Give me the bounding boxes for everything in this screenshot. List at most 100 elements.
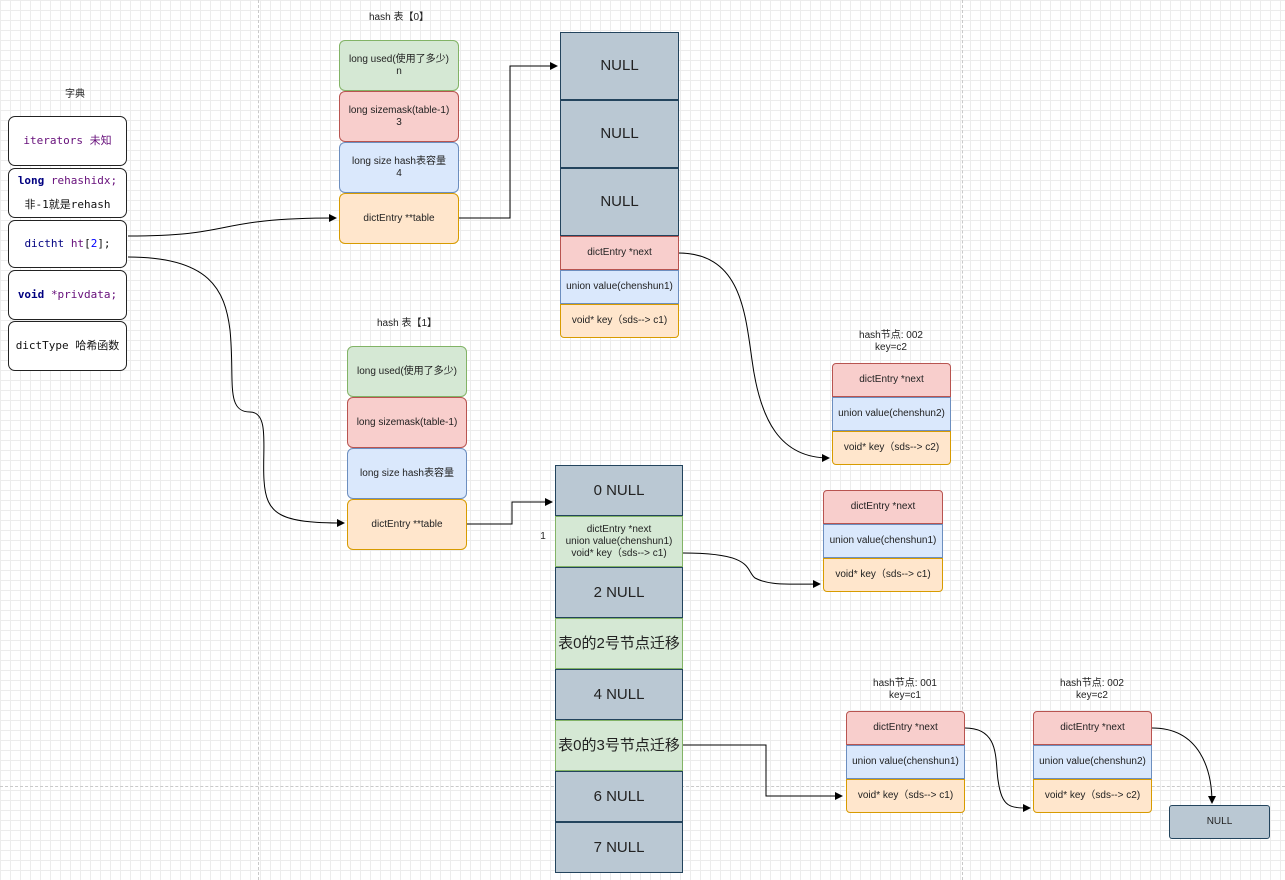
node-002-key[interactable]: void* key（sds--> c2) bbox=[1033, 779, 1152, 813]
table1-slot-6[interactable]: 6 NULL bbox=[555, 771, 683, 822]
node-002-title-line2: key=c2 bbox=[1076, 690, 1108, 701]
table1-slot-5[interactable]: 表0的3号节点迁移 bbox=[555, 720, 683, 771]
rehashidx-type: long bbox=[17, 174, 45, 187]
ht-identifier: ht bbox=[70, 237, 85, 250]
node-001-value-label: union value(chenshun1) bbox=[852, 756, 959, 767]
edge-ht1-to-dict-ht1 bbox=[127, 256, 345, 527]
node-c1-mid-key-label: void* key（sds--> c1) bbox=[835, 569, 931, 580]
node-001-value[interactable]: union value(chenshun1) bbox=[846, 745, 965, 779]
ht0-size-value: 4 bbox=[396, 167, 402, 179]
table0-entry-value[interactable]: union value(chenshun1) bbox=[560, 270, 679, 304]
table1-slot-1-value: union value(chenshun1) bbox=[565, 535, 673, 547]
ht0-used-value: n bbox=[396, 65, 402, 77]
table1-slot-5-label: 表0的3号节点迁移 bbox=[558, 736, 680, 754]
table1-slot-4[interactable]: 4 NULL bbox=[555, 669, 683, 720]
edge-slot5-to-node-001 bbox=[683, 744, 843, 800]
node-001-key-label: void* key（sds--> c1) bbox=[857, 790, 954, 801]
table0-array: NULL NULL NULL dictEntry *next union val… bbox=[560, 32, 679, 338]
table1-slot-0[interactable]: 0 NULL bbox=[555, 465, 683, 516]
ht-bracket-close: ]; bbox=[97, 237, 111, 250]
table0-slot[interactable]: NULL bbox=[560, 100, 679, 168]
ht0-sizemask[interactable]: long sizemask(table-1) 3 bbox=[339, 91, 459, 142]
ht0-table[interactable]: dictEntry **table bbox=[339, 193, 459, 244]
dict-privdata-field[interactable]: void *privdata; bbox=[8, 270, 127, 320]
rehashidx-identifier: rehashidx; bbox=[50, 174, 118, 187]
table0-slot-0: NULL bbox=[600, 57, 639, 74]
dict-type-label: dictType 哈希函数 bbox=[15, 339, 120, 352]
edge-001-next-to-002 bbox=[964, 727, 1031, 812]
node-001-next[interactable]: dictEntry *next bbox=[846, 711, 965, 745]
table0-entry-key[interactable]: void* key（sds--> c1) bbox=[560, 304, 679, 338]
table0-entry-value-label: union value(chenshun1) bbox=[566, 281, 673, 292]
node-002-title: hash节点: 002 key=c2 bbox=[1032, 678, 1152, 702]
privdata-type: void bbox=[17, 288, 45, 301]
node-001-next-label: dictEntry *next bbox=[873, 722, 938, 733]
ht1-used[interactable]: long used(使用了多少) bbox=[347, 346, 467, 397]
ht1-sizemask[interactable]: long sizemask(table-1) bbox=[347, 397, 467, 448]
iterators-note: 未知 bbox=[89, 134, 112, 147]
ht1-title: hash 表【1】 bbox=[376, 318, 438, 329]
edge-002-next-to-null bbox=[1151, 727, 1216, 804]
dict-iterators-field[interactable]: iterators 未知 bbox=[8, 116, 127, 166]
node-002-value[interactable]: union value(chenshun2) bbox=[1033, 745, 1152, 779]
ht0-size[interactable]: long size hash表容量 4 bbox=[339, 142, 459, 193]
table1-slot-2-label: 2 NULL bbox=[593, 583, 645, 601]
ht0-struct: long used(使用了多少) n long sizemask(table-1… bbox=[339, 40, 459, 244]
edge-ht0-to-dict-ht0 bbox=[127, 214, 337, 237]
ht1-size[interactable]: long size hash表容量 bbox=[347, 448, 467, 499]
ht1-table-label: dictEntry **table bbox=[371, 518, 443, 530]
iterators-identifier: iterators bbox=[23, 134, 83, 147]
table0-entry-next[interactable]: dictEntry *next bbox=[560, 236, 679, 270]
edge-slot1-to-node-c1 bbox=[682, 552, 821, 589]
node-001-key[interactable]: void* key（sds--> c1) bbox=[846, 779, 965, 813]
node-002-title-line1: hash节点: 002 bbox=[1060, 678, 1124, 689]
dict-ht-field[interactable]: dictht ht[2]; bbox=[8, 220, 127, 268]
table1-slot-7-label: 7 NULL bbox=[593, 838, 645, 856]
node-c2-top-value[interactable]: union value(chenshun2) bbox=[832, 397, 951, 431]
table0-slot-1: NULL bbox=[600, 125, 639, 142]
node-001-title: hash节点: 001 key=c1 bbox=[845, 678, 965, 702]
ht1-size-label: long size hash表容量 bbox=[360, 467, 454, 479]
node-c1-mid-value-label: union value(chenshun1) bbox=[829, 535, 937, 546]
node-c2-top-next[interactable]: dictEntry *next bbox=[832, 363, 951, 397]
table1-slot-3[interactable]: 表0的2号节点迁移 bbox=[555, 618, 683, 669]
node-001-title-line1: hash节点: 001 bbox=[873, 678, 937, 689]
node-c2-top-title-line2: key=c2 bbox=[875, 342, 907, 353]
node-c2-top: dictEntry *next union value(chenshun2) v… bbox=[832, 363, 951, 465]
table1-slot-1[interactable]: dictEntry *next union value(chenshun1) v… bbox=[555, 516, 683, 567]
dict-type-field[interactable]: dictType 哈希函数 bbox=[8, 321, 127, 371]
table0-entry-next-label: dictEntry *next bbox=[587, 247, 652, 258]
node-c1-mid-value[interactable]: union value(chenshun1) bbox=[823, 524, 943, 558]
ht0-size-label: long size hash表容量 bbox=[352, 155, 446, 167]
ht0-title: hash 表【0】 bbox=[368, 12, 430, 23]
table1-slot-1-next: dictEntry *next bbox=[586, 523, 652, 535]
node-002-value-label: union value(chenshun2) bbox=[1039, 756, 1146, 767]
ht0-used[interactable]: long used(使用了多少) n bbox=[339, 40, 459, 91]
node-002-key-label: void* key（sds--> c2) bbox=[1044, 790, 1141, 801]
ht0-table-label: dictEntry **table bbox=[363, 212, 435, 224]
node-c2-top-title-line1: hash节点: 002 bbox=[859, 330, 923, 341]
table0-entry-key-label: void* key（sds--> c1) bbox=[571, 315, 668, 326]
table1-slot-3-label: 表0的2号节点迁移 bbox=[558, 634, 680, 652]
null-terminal-label: NULL bbox=[1206, 816, 1233, 827]
node-002-next[interactable]: dictEntry *next bbox=[1033, 711, 1152, 745]
edge-ht0-table-to-array bbox=[459, 62, 558, 219]
node-002-next-label: dictEntry *next bbox=[1060, 722, 1125, 733]
node-c1-mid-key[interactable]: void* key（sds--> c1) bbox=[823, 558, 943, 592]
ht1-used-label: long used(使用了多少) bbox=[356, 365, 458, 377]
dict-rehashidx-field[interactable]: long rehashidx; 非-1就是rehash bbox=[8, 168, 127, 218]
table1-index-label: 1 bbox=[540, 531, 546, 542]
table0-slot[interactable]: NULL bbox=[560, 32, 679, 100]
node-c2-top-key[interactable]: void* key（sds--> c2) bbox=[832, 431, 951, 465]
ht1-struct: long used(使用了多少) long sizemask(table-1) … bbox=[347, 346, 467, 550]
node-001: dictEntry *next union value(chenshun1) v… bbox=[846, 711, 965, 813]
privdata-identifier: *privdata; bbox=[50, 288, 118, 301]
table1-slot-2[interactable]: 2 NULL bbox=[555, 567, 683, 618]
null-terminal[interactable]: NULL bbox=[1169, 805, 1270, 839]
node-c1-mid-next[interactable]: dictEntry *next bbox=[823, 490, 943, 524]
node-001-title-line2: key=c1 bbox=[889, 690, 921, 701]
table0-slot[interactable]: NULL bbox=[560, 168, 679, 236]
table1-slot-7[interactable]: 7 NULL bbox=[555, 822, 683, 873]
ht1-table[interactable]: dictEntry **table bbox=[347, 499, 467, 550]
ht1-sizemask-label: long sizemask(table-1) bbox=[356, 416, 458, 428]
